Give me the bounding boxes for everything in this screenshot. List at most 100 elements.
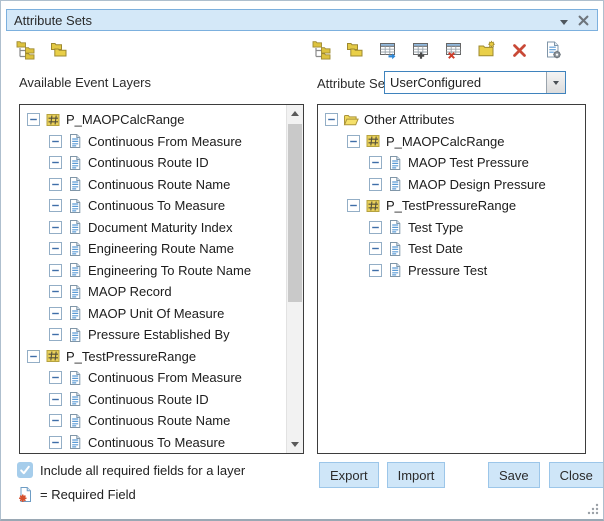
titlebar[interactable]: Attribute Sets — [6, 9, 598, 31]
scroll-down-button[interactable] — [287, 436, 303, 453]
combobox-dropdown-button[interactable] — [546, 72, 565, 93]
toolbar-button-hierarchy-folders[interactable] — [13, 37, 39, 63]
tree-item[interactable]: Continuous From Measure — [20, 367, 286, 389]
tree-item[interactable]: Continuous To Measure — [20, 195, 286, 217]
field-icon — [387, 262, 403, 278]
tree-item-label: MAOP Unit Of Measure — [88, 306, 224, 321]
tree-item[interactable]: Engineering To Route Name — [20, 260, 286, 282]
collapse-toggle-icon[interactable] — [27, 350, 40, 363]
include-required-fields-row: Include all required fields for a layer — [17, 462, 245, 478]
collapse-toggle-icon[interactable] — [49, 436, 62, 449]
tree-item-label: Continuous From Measure — [88, 370, 242, 385]
collapse-toggle-icon[interactable] — [369, 242, 382, 255]
toolbar-button-report-settings[interactable] — [540, 37, 566, 63]
save-button[interactable]: Save — [488, 462, 540, 488]
scrollbar-thumb[interactable] — [288, 124, 302, 302]
field-icon — [67, 219, 83, 235]
table-export-icon — [378, 40, 398, 60]
collapse-toggle-icon[interactable] — [49, 242, 62, 255]
tree-item[interactable]: Test Type — [318, 217, 585, 239]
tree-item[interactable]: Engineering Route Name — [20, 238, 286, 260]
collapse-toggle-icon[interactable] — [49, 135, 62, 148]
collapse-toggle-icon[interactable] — [49, 414, 62, 427]
scroll-up-button[interactable] — [287, 105, 303, 122]
tree-item[interactable]: Continuous To Measure — [20, 432, 286, 454]
collapse-toggle-icon[interactable] — [369, 178, 382, 191]
collapse-toggle-icon[interactable] — [49, 221, 62, 234]
attribute-set-combobox[interactable]: UserConfigured — [384, 71, 566, 94]
tree-item[interactable]: MAOP Record — [20, 281, 286, 303]
tree-item[interactable]: Continuous From Measure — [20, 131, 286, 153]
tree-item[interactable]: MAOP Test Pressure — [318, 152, 585, 174]
tree-item[interactable]: Continuous Route ID — [20, 152, 286, 174]
hierarchy-folders-icon — [312, 40, 332, 60]
tree-item[interactable]: Other Attributes — [318, 109, 585, 131]
field-icon — [67, 241, 83, 257]
collapse-toggle-icon[interactable] — [49, 178, 62, 191]
tree-item-label: Continuous Route Name — [88, 177, 230, 192]
collapse-toggle-icon[interactable] — [369, 264, 382, 277]
field-icon — [67, 198, 83, 214]
hierarchy-folders-icon — [16, 40, 36, 60]
import-button[interactable]: Import — [387, 462, 446, 488]
vertical-scrollbar[interactable] — [286, 105, 303, 453]
toolbar-button-folders[interactable] — [342, 37, 368, 63]
tree-item-label: P_TestPressureRange — [386, 198, 516, 213]
field-icon — [67, 305, 83, 321]
tree-item-label: Document Maturity Index — [88, 220, 233, 235]
layer-icon — [365, 198, 381, 214]
folders-icon — [345, 40, 365, 60]
tree-item[interactable]: MAOP Design Pressure — [318, 174, 585, 196]
collapse-window-icon[interactable] — [560, 13, 568, 28]
close-window-icon[interactable] — [578, 15, 589, 26]
delete-x-icon — [510, 40, 530, 60]
collapse-toggle-icon[interactable] — [49, 371, 62, 384]
report-settings-icon — [543, 40, 563, 60]
tree-item-label: Test Date — [408, 241, 463, 256]
tree-item[interactable]: P_TestPressureRange — [318, 195, 585, 217]
toolbar-button-folder-new[interactable] — [474, 37, 500, 63]
tree-item[interactable]: Pressure Test — [318, 260, 585, 282]
collapse-toggle-icon[interactable] — [49, 264, 62, 277]
tree-item[interactable]: Continuous Route Name — [20, 174, 286, 196]
layer-icon — [45, 348, 61, 364]
collapse-toggle-icon[interactable] — [49, 328, 62, 341]
tree-item[interactable]: Continuous Route ID — [20, 389, 286, 411]
collapse-toggle-icon[interactable] — [369, 221, 382, 234]
attribute-set-value: UserConfigured — [385, 75, 546, 90]
collapse-toggle-icon[interactable] — [49, 156, 62, 169]
folder-new-icon — [477, 40, 497, 60]
collapse-toggle-icon[interactable] — [49, 393, 62, 406]
tree-item[interactable]: P_MAOPCalcRange — [318, 131, 585, 153]
toolbar-button-table-export[interactable] — [375, 37, 401, 63]
collapse-toggle-icon[interactable] — [49, 199, 62, 212]
toolbar-button-hierarchy-folders[interactable] — [309, 37, 335, 63]
toolbar-button-table-remove[interactable] — [441, 37, 467, 63]
tree-item[interactable]: MAOP Unit Of Measure — [20, 303, 286, 325]
tree-item-label: MAOP Design Pressure — [408, 177, 546, 192]
tree-item[interactable]: P_MAOPCalcRange — [20, 109, 286, 131]
toolbar-button-folders[interactable] — [46, 37, 72, 63]
tree-item[interactable]: Test Date — [318, 238, 585, 260]
collapse-toggle-icon[interactable] — [347, 199, 360, 212]
window-title: Attribute Sets — [7, 13, 92, 28]
close-button[interactable]: Close — [549, 462, 604, 488]
tree-item-label: Pressure Established By — [88, 327, 230, 342]
collapse-toggle-icon[interactable] — [369, 156, 382, 169]
export-button[interactable]: Export — [319, 462, 379, 488]
collapse-toggle-icon[interactable] — [325, 113, 338, 126]
tree-item[interactable]: Document Maturity Index — [20, 217, 286, 239]
toolbar-button-table-add[interactable] — [408, 37, 434, 63]
resize-grip[interactable] — [586, 502, 599, 515]
tree-item[interactable]: Continuous Route Name — [20, 410, 286, 432]
collapse-toggle-icon[interactable] — [347, 135, 360, 148]
required-field-legend-text: = Required Field — [40, 487, 136, 502]
tree-item[interactable]: P_TestPressureRange — [20, 346, 286, 368]
collapse-toggle-icon[interactable] — [27, 113, 40, 126]
toolbar-button-delete-x[interactable] — [507, 37, 533, 63]
field-icon — [67, 413, 83, 429]
collapse-toggle-icon[interactable] — [49, 307, 62, 320]
include-required-fields-checkbox[interactable] — [17, 462, 33, 478]
collapse-toggle-icon[interactable] — [49, 285, 62, 298]
tree-item[interactable]: Pressure Established By — [20, 324, 286, 346]
